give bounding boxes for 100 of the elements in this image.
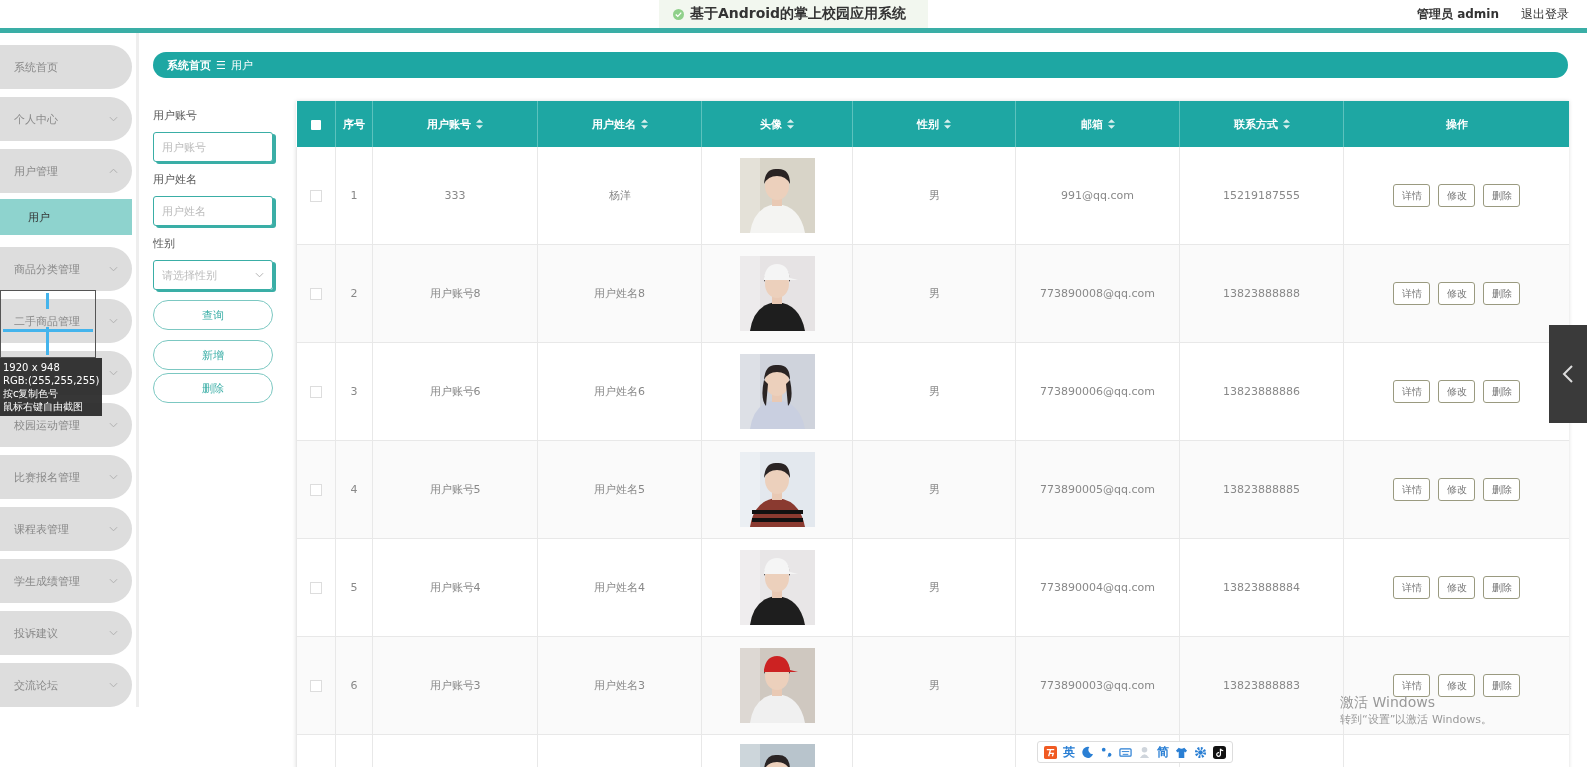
table-cell: 男 xyxy=(852,342,1016,441)
logout-link[interactable]: 退出登录 xyxy=(1521,5,1569,23)
sort-icon[interactable] xyxy=(1107,119,1115,129)
table-cell: 773890005@qq.com xyxy=(1015,440,1180,539)
table-cell: 15219187555 xyxy=(1179,147,1344,245)
input-field[interactable]: 用户姓名 xyxy=(153,196,273,226)
action-button[interactable]: 修改 xyxy=(1438,184,1475,207)
app-logo-icon[interactable] xyxy=(1044,745,1057,759)
sort-icon[interactable] xyxy=(787,119,794,129)
row-checkbox[interactable] xyxy=(310,582,322,594)
sidebar-item[interactable]: 用户管理 xyxy=(0,149,132,193)
chevron-up-icon xyxy=(109,168,118,174)
ime-mode-button[interactable]: 英 xyxy=(1063,743,1075,761)
action-button[interactable]: 详情 xyxy=(1393,478,1430,501)
action-button[interactable]: 修改 xyxy=(1438,576,1475,599)
sidebar-label: 校园运动管理 xyxy=(14,417,80,433)
table-cell: 用户账号4 xyxy=(372,538,538,637)
table-cell: 991@qq.com xyxy=(1015,147,1180,245)
filter-button[interactable]: 查询 xyxy=(153,300,273,330)
action-button[interactable]: 删除 xyxy=(1483,184,1520,207)
column-header[interactable]: 序号 xyxy=(335,101,373,147)
column-header[interactable]: 操作 xyxy=(1343,101,1569,147)
table-cell: 用户姓名3 xyxy=(537,636,702,735)
action-button[interactable]: 详情 xyxy=(1393,282,1430,305)
action-button[interactable]: 删除 xyxy=(1483,674,1520,697)
punctuation-icon[interactable] xyxy=(1100,745,1113,759)
breadcrumb-home[interactable]: 系统首页 xyxy=(167,57,211,73)
column-header[interactable]: 用户账号 xyxy=(372,101,538,147)
submenu-item[interactable]: 用户 xyxy=(0,199,132,235)
gear-icon[interactable] xyxy=(1194,745,1207,759)
sidebar-item[interactable]: 比赛报名管理 xyxy=(0,455,132,499)
sort-icon[interactable] xyxy=(476,119,483,129)
select-all-checkbox[interactable] xyxy=(310,119,321,130)
table-cell: 男 xyxy=(852,538,1016,637)
action-button[interactable]: 删除 xyxy=(1483,282,1520,305)
row-checkbox[interactable] xyxy=(310,680,322,692)
row-checkbox[interactable] xyxy=(310,386,322,398)
sidebar-item[interactable]: 系统首页 xyxy=(0,45,132,89)
index-cell: 4 xyxy=(335,440,373,539)
action-button[interactable]: 删除 xyxy=(1483,380,1520,403)
music-note-icon[interactable] xyxy=(1213,745,1226,759)
row-checkbox[interactable] xyxy=(310,484,322,496)
table-cell: 用户账号5 xyxy=(372,440,538,539)
keyboard-icon[interactable] xyxy=(1119,745,1132,759)
ime-mode-button[interactable]: 简 xyxy=(1157,743,1169,761)
sidebar-item[interactable]: 二手商品管理 xyxy=(0,299,132,343)
sidebar-label: 用户管理 xyxy=(14,163,58,179)
filter-label: 用户姓名 xyxy=(153,172,198,187)
tooltip-line: 鼠标右键自由截图 xyxy=(3,400,83,413)
moon-icon[interactable] xyxy=(1081,745,1094,759)
sidebar-label: 学生成绩管理 xyxy=(14,573,80,589)
index-cell: 3 xyxy=(335,342,373,441)
column-header[interactable]: 联系方式 xyxy=(1179,101,1344,147)
sidebar-item[interactable]: 课程表管理 xyxy=(0,507,132,551)
sidebar-label: 比赛报名管理 xyxy=(14,469,80,485)
action-button[interactable]: 修改 xyxy=(1438,282,1475,305)
table-cell: 773890006@qq.com xyxy=(1015,342,1180,441)
action-button[interactable]: 修改 xyxy=(1438,478,1475,501)
index-cell: 1 xyxy=(335,147,373,245)
action-button[interactable]: 详情 xyxy=(1393,184,1430,207)
sidebar-item[interactable]: 商品分类管理 xyxy=(0,247,132,291)
check-circle-icon xyxy=(672,8,684,20)
column-header[interactable]: 邮箱 xyxy=(1015,101,1180,147)
table-cell: 男 xyxy=(852,440,1016,539)
column-header[interactable]: 用户姓名 xyxy=(537,101,702,147)
sidebar-item[interactable]: 个人中心 xyxy=(0,97,132,141)
filter-button[interactable]: 新增 xyxy=(153,340,273,370)
collapse-tab[interactable] xyxy=(1549,325,1587,423)
sidebar-item[interactable]: 学生成绩管理 xyxy=(0,559,132,603)
table-cell: 男 xyxy=(852,147,1016,245)
table-cell: 杨洋 xyxy=(537,147,702,245)
sidebar-label: 交流论坛 xyxy=(14,677,58,693)
sort-icon[interactable] xyxy=(640,119,648,129)
sidebar-label: 系统首页 xyxy=(14,59,58,75)
column-header[interactable]: 性别 xyxy=(852,101,1016,147)
user-label: 管理员 admin xyxy=(1416,5,1499,23)
action-button[interactable]: 删除 xyxy=(1483,478,1520,501)
table-cell: 男 xyxy=(852,636,1016,735)
sidebar-item[interactable]: 交流论坛 xyxy=(0,663,132,707)
breadcrumb-separator: ☰ xyxy=(216,58,226,72)
chevron-down-icon xyxy=(109,370,118,376)
action-button[interactable]: 详情 xyxy=(1393,576,1430,599)
action-button[interactable]: 修改 xyxy=(1438,674,1475,697)
sidebar-item[interactable]: 投诉建议 xyxy=(0,611,132,655)
person-icon[interactable] xyxy=(1138,745,1151,759)
action-button[interactable]: 详情 xyxy=(1393,674,1430,697)
chevron-down-icon xyxy=(109,526,118,532)
tooltip-line: 按c复制色号 xyxy=(3,387,59,400)
column-header[interactable]: 头像 xyxy=(701,101,853,147)
row-checkbox[interactable] xyxy=(310,190,322,202)
action-button[interactable]: 修改 xyxy=(1438,380,1475,403)
shirt-icon[interactable] xyxy=(1175,745,1188,759)
sort-icon[interactable] xyxy=(944,119,951,129)
action-button[interactable]: 详情 xyxy=(1393,380,1430,403)
filter-button[interactable]: 删除 xyxy=(153,373,273,403)
sidebar-label: 投诉建议 xyxy=(14,625,58,641)
action-button[interactable]: 删除 xyxy=(1483,576,1520,599)
sort-icon[interactable] xyxy=(1282,119,1290,129)
tooltip-line: RGB:(255,255,255) xyxy=(3,374,100,387)
row-checkbox[interactable] xyxy=(310,288,322,300)
